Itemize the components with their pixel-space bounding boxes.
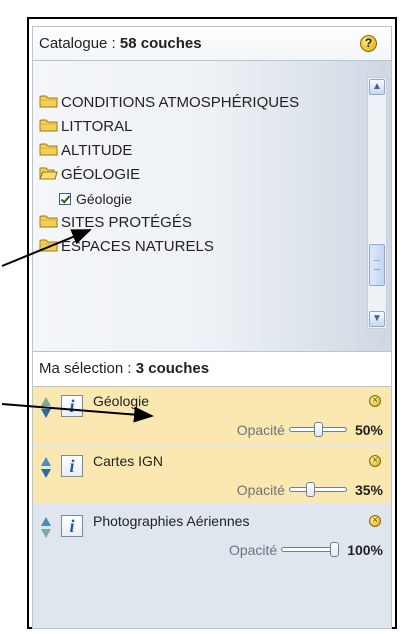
opacity-slider[interactable] <box>288 421 347 439</box>
opacity-control: Opacité 100% <box>229 541 383 559</box>
opacity-label: Opacité <box>236 422 285 438</box>
selected-layer-photographies-aeriennes: i Photographies Aériennes × Opacité 100% <box>33 507 391 567</box>
tree-node-conditions-atmospheriques[interactable]: CONDITIONS ATMOSPHÉRIQUES <box>39 91 359 115</box>
tree-node-littoral[interactable]: LITTORAL <box>39 115 359 139</box>
open-folder-icon <box>39 166 58 180</box>
selection-label: Ma sélection : <box>39 360 136 377</box>
opacity-control: Opacité 50% <box>237 421 383 439</box>
tree-scrollbar[interactable]: ▲ ▼ <box>367 77 387 329</box>
move-up-icon[interactable] <box>41 517 51 526</box>
tree-node-label: GÉOLOGIE <box>61 166 141 183</box>
selection-header: Ma sélection : 3 couches <box>33 351 391 387</box>
remove-icon[interactable]: × <box>369 455 381 467</box>
tree-node-geologie[interactable]: GÉOLOGIE <box>39 163 359 187</box>
catalogue-tree: CONDITIONS ATMOSPHÉRIQUES LITTORAL ALTIT… <box>33 61 391 351</box>
slider-track[interactable] <box>288 487 347 492</box>
folder-icon <box>39 118 58 132</box>
tree-node-altitude[interactable]: ALTITUDE <box>39 139 359 163</box>
catalogue-label: Catalogue : <box>39 35 120 52</box>
folder-icon <box>39 94 58 108</box>
move-down-icon[interactable] <box>41 469 51 478</box>
scrollbar-thumb[interactable] <box>369 244 385 286</box>
opacity-control: Opacité 35% <box>237 481 383 499</box>
move-down-icon[interactable] <box>41 409 51 418</box>
scroll-up-icon[interactable]: ▲ <box>369 79 385 95</box>
opacity-label: Opacité <box>228 542 278 558</box>
tree-node-label: CONDITIONS ATMOSPHÉRIQUES <box>61 94 300 111</box>
info-icon[interactable]: i <box>61 455 83 477</box>
tree-node-espaces-naturels[interactable]: ESPACES NATURELS <box>39 235 359 259</box>
slider-knob[interactable] <box>305 482 315 497</box>
layer-checkbox[interactable] <box>59 193 71 205</box>
move-down-icon[interactable] <box>41 529 51 538</box>
tree-node-sites-proteges[interactable]: SITES PROTÉGÉS <box>39 211 359 235</box>
selected-layer-geologie: i Géologie × Opacité 50% <box>33 387 391 445</box>
folder-icon <box>39 214 58 228</box>
opacity-slider[interactable] <box>281 541 340 559</box>
tree-node-label: SITES PROTÉGÉS <box>61 214 192 231</box>
opacity-label: Opacité <box>236 482 285 498</box>
remove-icon[interactable]: × <box>369 395 381 407</box>
slider-knob[interactable] <box>313 422 323 437</box>
selection-count: 3 couches <box>135 360 210 377</box>
catalogue-count: 58 couches <box>119 35 202 52</box>
selected-layer-cartes-ign: i Cartes IGN × Opacité 35% <box>33 447 391 503</box>
move-up-icon[interactable] <box>41 457 51 466</box>
info-icon[interactable]: i <box>61 515 83 537</box>
catalogue-header: Catalogue : 58 couches ? <box>33 27 391 61</box>
tree-list: CONDITIONS ATMOSPHÉRIQUES LITTORAL ALTIT… <box>39 91 359 259</box>
help-icon[interactable]: ? <box>360 35 377 52</box>
tree-layer-label: Géologie <box>76 191 133 207</box>
layer-panel: Catalogue : 58 couches ? CONDITIONS ATMO… <box>32 26 392 629</box>
layer-name: Photographies Aériennes <box>93 513 250 529</box>
opacity-value: 35% <box>354 482 383 498</box>
opacity-value: 50% <box>354 422 383 438</box>
tree-node-label: ESPACES NATURELS <box>61 238 214 255</box>
folder-icon <box>39 238 58 252</box>
slider-knob[interactable] <box>330 542 340 557</box>
info-icon[interactable]: i <box>61 395 83 417</box>
tree-layer-geologie[interactable]: Géologie <box>39 187 359 211</box>
move-up-icon[interactable] <box>41 397 51 406</box>
opacity-slider[interactable] <box>288 481 347 499</box>
folder-icon <box>39 142 58 156</box>
layer-name: Cartes IGN <box>93 453 164 469</box>
opacity-value: 100% <box>347 542 383 558</box>
tree-node-label: LITTORAL <box>61 118 133 135</box>
scroll-down-icon[interactable]: ▼ <box>369 311 385 327</box>
layer-name: Géologie <box>93 393 150 409</box>
remove-icon[interactable]: × <box>369 515 381 527</box>
tree-node-label: ALTITUDE <box>61 142 133 159</box>
